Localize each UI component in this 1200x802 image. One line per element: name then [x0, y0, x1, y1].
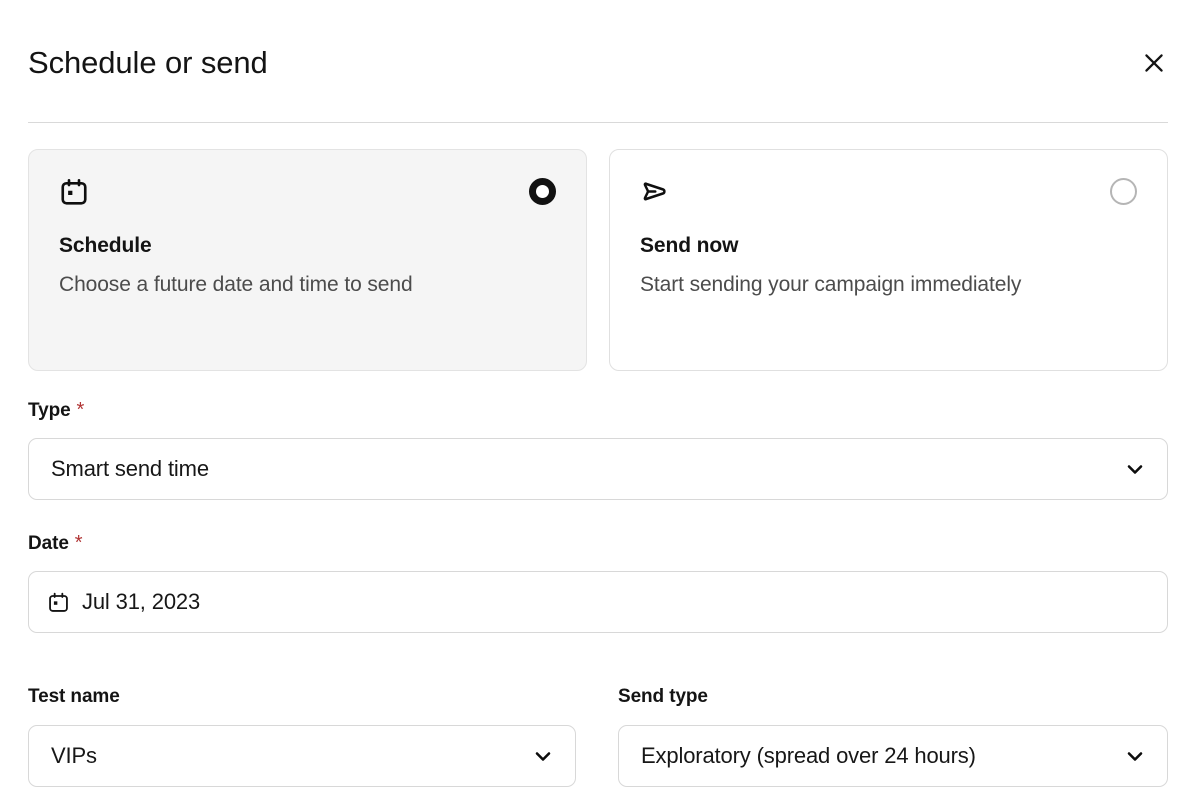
test-name-label: Test name — [28, 686, 576, 708]
test-name-select-value: VIPs — [51, 743, 97, 768]
send-option-cards: Schedule Choose a future date and time t… — [28, 149, 1168, 371]
radio-schedule-selected[interactable] — [529, 178, 556, 205]
bottom-fields-row: Test name VIPs Send type Exploratory (sp… — [28, 686, 1168, 787]
option-card-send-now[interactable]: Send now Start sending your campaign imm… — [609, 149, 1168, 371]
date-required-marker: * — [74, 532, 83, 554]
type-select-value: Smart send time — [51, 456, 209, 481]
date-input[interactable]: Jul 31, 2023 — [28, 571, 1168, 633]
option-card-send-now-description: Start sending your campaign immediately — [640, 273, 1022, 297]
send-type-label-text: Send type — [618, 686, 708, 707]
test-name-label-text: Test name — [28, 686, 120, 707]
option-card-send-now-top — [640, 177, 1139, 207]
chevron-down-icon — [1127, 752, 1143, 761]
type-required-marker: * — [76, 399, 85, 421]
option-card-schedule-title: Schedule — [59, 234, 152, 257]
test-name-select[interactable]: VIPs — [28, 725, 576, 787]
header-divider — [28, 122, 1168, 123]
option-card-schedule-description: Choose a future date and time to send — [59, 273, 413, 297]
close-button[interactable] — [1134, 43, 1174, 83]
send-type-label: Send type — [618, 686, 1168, 708]
type-select[interactable]: Smart send time — [28, 438, 1168, 500]
field-test-name: Test name VIPs — [28, 686, 576, 787]
send-type-select[interactable]: Exploratory (spread over 24 hours) — [618, 725, 1168, 787]
date-input-value: Jul 31, 2023 — [82, 589, 201, 614]
close-icon — [1145, 54, 1163, 72]
date-label-text: Date — [28, 533, 69, 554]
field-type: Type * Smart send time — [28, 400, 1168, 500]
page-title: Schedule or send — [28, 45, 268, 81]
chevron-down-icon — [1127, 465, 1143, 474]
option-card-send-now-title: Send now — [640, 234, 739, 257]
type-label: Type * — [28, 400, 1168, 422]
calendar-icon — [49, 592, 68, 612]
field-date: Date * Jul 31, 2023 — [28, 533, 1168, 633]
send-type-select-value: Exploratory (spread over 24 hours) — [641, 743, 976, 768]
calendar-icon — [61, 178, 87, 205]
date-label: Date * — [28, 533, 1168, 555]
modal-header: Schedule or send — [28, 28, 1168, 98]
field-send-type: Send type Exploratory (spread over 24 ho… — [618, 686, 1168, 787]
chevron-down-icon — [535, 752, 551, 761]
schedule-or-send-modal: Schedule or send Schedule Choose a futur… — [0, 0, 1200, 802]
send-icon — [643, 182, 666, 201]
option-card-schedule[interactable]: Schedule Choose a future date and time t… — [28, 149, 587, 371]
radio-send-now-unselected[interactable] — [1110, 178, 1137, 205]
option-card-schedule-top — [59, 177, 558, 207]
type-label-text: Type — [28, 400, 71, 421]
